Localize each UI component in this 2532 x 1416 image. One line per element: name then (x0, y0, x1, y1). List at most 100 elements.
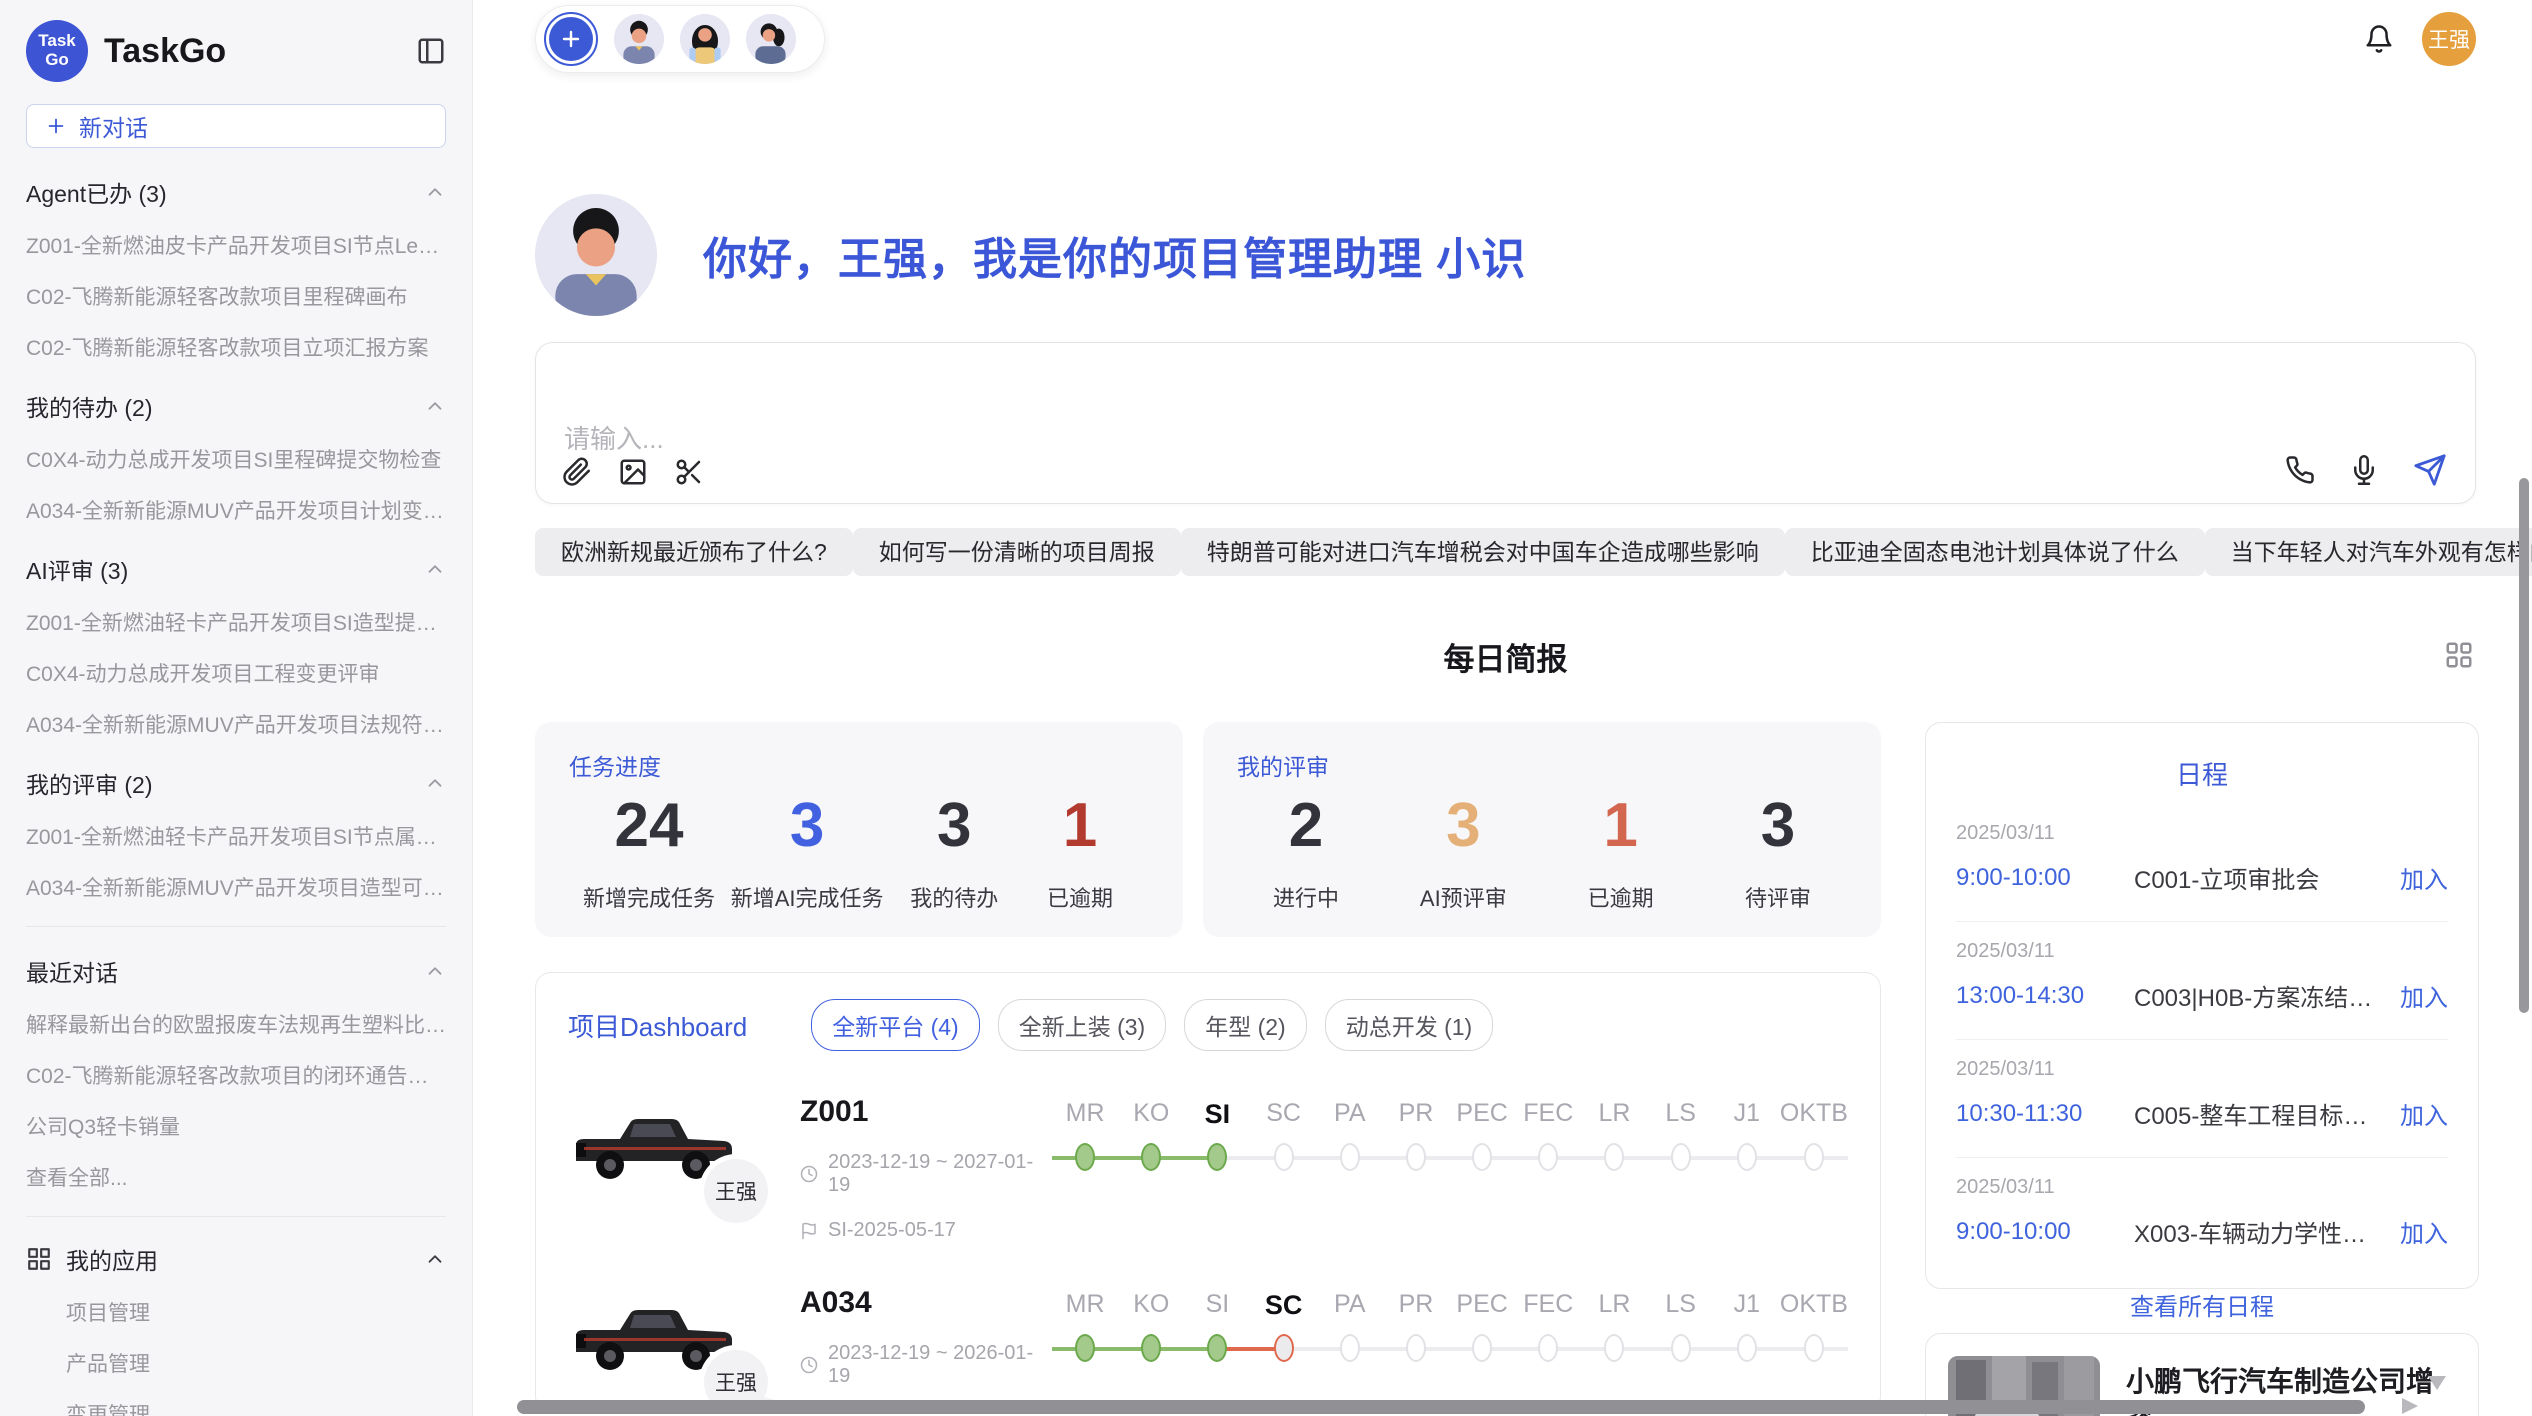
sidebar-item-change-mgmt[interactable]: 变更管理 (66, 1399, 446, 1416)
sidebar-item-my-apps[interactable]: 我的应用 (26, 1242, 446, 1276)
list-item[interactable]: A034-全新新能源MUV产品开发项目造型可行性评审 (26, 872, 446, 902)
voice-call-button[interactable] (2285, 455, 2315, 485)
list-item[interactable]: Z001-全新燃油皮卡产品开发项目SI节点Lesson Learn报告 (26, 230, 446, 260)
stat-ai-prereview: 3 AI预评审 (1408, 790, 1518, 913)
chevron-up-icon (424, 181, 446, 203)
milestone-label: LS (1648, 1290, 1714, 1328)
sidebar-section-agent-done[interactable]: Agent已办 (3) (26, 175, 446, 209)
bell-icon (2364, 24, 2394, 54)
milestone-j1: J1 (1714, 1290, 1780, 1366)
microphone-icon (2349, 455, 2379, 485)
schedule-card: 日程 2025/03/11 9:00-10:00 C001-立项审批会 加入 2… (1925, 722, 2479, 1289)
list-item[interactable]: Z001-全新燃油轻卡产品开发项目SI造型提交物评审 (26, 607, 446, 637)
project-dates: 2023-12-19 ~ 2027-01-19 (800, 1151, 1052, 1197)
event-title: C003|H0B-方案冻结评审 (2134, 978, 2386, 1013)
new-chat-button[interactable]: 新对话 (26, 104, 446, 148)
list-item[interactable]: 公司Q3轻卡销量 (26, 1111, 446, 1141)
plus-icon (45, 115, 67, 137)
filter-powertrain[interactable]: 动总开发 (1) (1325, 999, 1494, 1051)
list-item[interactable]: Z001-全新燃油轻卡产品开发项目SI节点属性5D文件评审 (26, 821, 446, 851)
vertical-scrollbar[interactable] (2519, 478, 2529, 1013)
sidebar-item-product-mgmt[interactable]: 产品管理 (66, 1348, 446, 1378)
milestone-sc: SC (1251, 1099, 1317, 1175)
suggestion-chip[interactable]: 如何写一份清晰的项目周报 (853, 528, 1181, 576)
event-date: 2025/03/11 (1956, 1058, 2448, 1081)
milestone-fec: FEC (1515, 1099, 1581, 1175)
milestone-label: SI (1184, 1099, 1250, 1137)
list-item[interactable]: A034-全新新能源MUV产品开发项目计划变更表编写 (26, 495, 446, 525)
clock-icon (800, 1165, 818, 1183)
view-all-recent[interactable]: 查看全部... (26, 1162, 446, 1192)
schedule-event: 2025/03/11 9:00-10:00 C001-立项审批会 加入 (1956, 804, 2448, 922)
send-icon (2413, 453, 2447, 487)
milestone-node (1737, 1334, 1757, 1362)
schedule-title: 日程 (1956, 755, 2448, 792)
milestone-node (1274, 1334, 1294, 1362)
scroll-right-arrow[interactable] (2402, 1398, 2418, 1414)
schedule-event: 2025/03/11 13:00-14:30 C003|H0B-方案冻结评审 加… (1956, 922, 2448, 1040)
project-row-z001[interactable]: 王强 Z001 2023-12-19 ~ 2027-01-19 SI-2025-… (568, 1095, 1848, 1242)
stat-label: 进行中 (1251, 881, 1361, 913)
milestone-node (1406, 1334, 1426, 1362)
attach-file-button[interactable] (562, 457, 592, 487)
list-item[interactable]: 解释最新出台的欧盟报废车法规再生塑料比例被调至15%... (26, 1009, 446, 1039)
agent-avatar-1[interactable] (614, 14, 664, 64)
milestone-label: FEC (1515, 1290, 1581, 1328)
milestone-label: MR (1052, 1290, 1118, 1328)
stat-value: 1 (1025, 790, 1135, 861)
horizontal-scrollbar[interactable] (517, 1400, 2365, 1414)
chevron-up-icon (424, 395, 446, 417)
suggestion-chip[interactable]: 当下年轻人对汽车外观有怎样的喜好趋势 (2205, 528, 2532, 576)
list-item[interactable]: C02-飞腾新能源轻客改款项目里程碑画布 (26, 281, 446, 311)
agent-avatar-2[interactable] (680, 14, 730, 64)
upload-image-button[interactable] (618, 457, 648, 487)
notification-bell-button[interactable] (2364, 24, 2394, 54)
project-row-a034[interactable]: 王强 A034 2023-12-19 ~ 2026-01-19 SC-2025-… (568, 1286, 1848, 1412)
milestone-label: OKTB (1780, 1099, 1848, 1137)
list-item[interactable]: C0X4-动力总成开发项目SI里程碑提交物检查 (26, 444, 446, 474)
filter-all-platform[interactable]: 全新平台 (4) (811, 999, 980, 1051)
sidebar-section-my-review[interactable]: 我的评审 (2) (26, 766, 446, 800)
stat-value: 3 (899, 790, 1009, 861)
list-item[interactable]: C0X4-动力总成开发项目工程变更评审 (26, 658, 446, 688)
list-item[interactable]: A034-全新新能源MUV产品开发项目法规符合性评审 (26, 709, 446, 739)
sidebar-section-ai-review[interactable]: AI评审 (3) (26, 552, 446, 586)
suggestion-chip[interactable]: 比亚迪全固态电池计划具体说了什么 (1785, 528, 2205, 576)
briefing-layout-button[interactable] (2444, 640, 2474, 670)
milestone-pec: PEC (1449, 1099, 1515, 1175)
join-meeting-link[interactable]: 加入 (2400, 1214, 2448, 1249)
stat-label: 已逾期 (1566, 881, 1676, 913)
send-button[interactable] (2413, 453, 2447, 487)
project-dates: 2023-12-19 ~ 2026-01-19 (800, 1342, 1052, 1388)
add-agent-button[interactable] (544, 12, 598, 66)
milestone-node (1472, 1143, 1492, 1171)
scroll-down-arrow[interactable] (2428, 1376, 2446, 1390)
sidebar-item-project-mgmt[interactable]: 项目管理 (66, 1297, 446, 1327)
section-title: 我的评审 (2) (26, 766, 153, 800)
clock-icon (800, 1356, 818, 1374)
milestone-timeline: MRKOSISCPAPRPECFECLRLSJ1OKTB (1052, 1290, 1848, 1366)
milestone-label: LS (1648, 1099, 1714, 1137)
view-all-schedule-link[interactable]: 查看所有日程 (1956, 1275, 2448, 1326)
join-meeting-link[interactable]: 加入 (2400, 860, 2448, 895)
phone-icon (2285, 455, 2315, 485)
section-title: 最近对话 (26, 954, 118, 988)
sidebar-section-recent-chats[interactable]: 最近对话 (26, 954, 446, 988)
suggestion-chip[interactable]: 特朗普可能对进口汽车增税会对中国车企造成哪些影响 (1181, 528, 1785, 576)
filter-new-body[interactable]: 全新上装 (3) (998, 999, 1167, 1051)
list-item[interactable]: C02-飞腾新能源轻客改款项目立项汇报方案 (26, 332, 446, 362)
chevron-up-icon (424, 960, 446, 982)
chat-composer[interactable]: 请输入... (535, 342, 2476, 504)
list-item[interactable]: C02-飞腾新能源轻客改款项目的闭环通告反馈情况 (26, 1060, 446, 1090)
join-meeting-link[interactable]: 加入 (2400, 1096, 2448, 1131)
suggestion-chip[interactable]: 欧洲新规最近颁布了什么? (535, 528, 853, 576)
milestone-node (1604, 1143, 1624, 1171)
microphone-button[interactable] (2349, 455, 2379, 485)
filter-year-model[interactable]: 年型 (2) (1184, 999, 1307, 1051)
sidebar-collapse-button[interactable] (416, 36, 446, 66)
user-avatar[interactable]: 王强 (2422, 12, 2476, 66)
sidebar-section-my-todo[interactable]: 我的待办 (2) (26, 389, 446, 423)
join-meeting-link[interactable]: 加入 (2400, 978, 2448, 1013)
screenshot-button[interactable] (674, 457, 704, 487)
agent-avatar-3[interactable] (746, 14, 796, 64)
